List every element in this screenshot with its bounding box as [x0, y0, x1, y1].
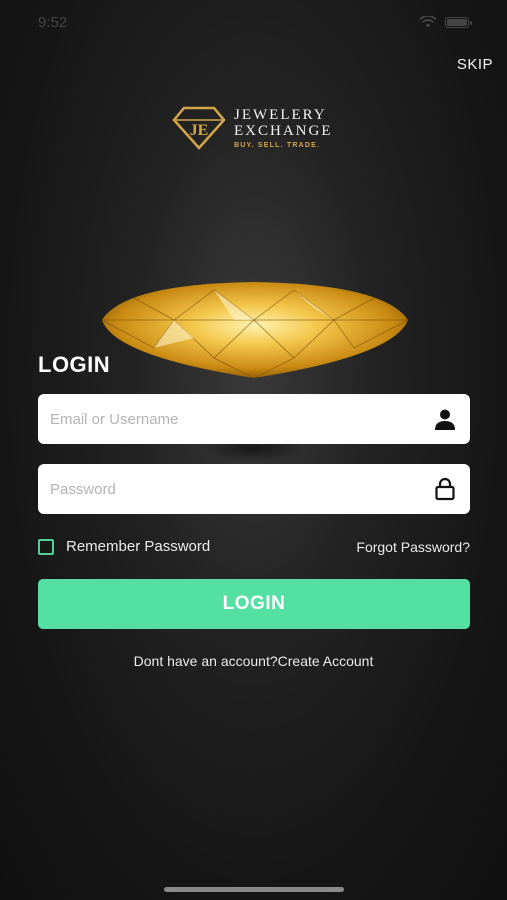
user-icon	[432, 406, 458, 432]
battery-icon	[445, 16, 472, 28]
lock-icon	[432, 476, 458, 502]
logo-tagline: BUY. SELL. TRADE.	[234, 141, 321, 149]
svg-text:JE: JE	[190, 122, 209, 139]
home-indicator[interactable]	[164, 887, 344, 892]
logo-wordmark: JEWELERY EXCHANGE BUY. SELL. TRADE.	[234, 106, 333, 149]
remember-label: Remember Password	[66, 538, 211, 555]
remember-checkbox[interactable]	[38, 538, 54, 555]
email-input[interactable]	[50, 410, 432, 428]
status-time: 9:52	[38, 13, 68, 31]
app-logo: JE JEWELERY EXCHANGE BUY. SELL. TRADE.	[172, 106, 333, 150]
create-account-link[interactable]: Dont have an account?Create Account	[134, 653, 374, 669]
password-field[interactable]	[38, 464, 470, 514]
create-account-prompt: Dont have an account?Create Account	[0, 653, 507, 669]
remember-password-toggle[interactable]: Remember Password	[38, 538, 210, 555]
logo-line2: EXCHANGE	[234, 122, 333, 139]
password-input[interactable]	[50, 480, 432, 498]
logo-line1: JEWELERY	[234, 106, 327, 123]
email-field[interactable]	[38, 394, 470, 444]
skip-button[interactable]: SKIP	[457, 56, 493, 73]
login-button[interactable]: LOGIN	[38, 579, 470, 629]
login-title: LOGIN	[38, 352, 111, 377]
status-bar: 9:52	[0, 0, 507, 44]
status-icons	[419, 16, 472, 28]
wifi-icon	[419, 16, 437, 28]
forgot-password-link[interactable]: Forgot Password?	[356, 539, 470, 555]
jewelry-exchange-logo-icon: JE	[172, 106, 226, 150]
